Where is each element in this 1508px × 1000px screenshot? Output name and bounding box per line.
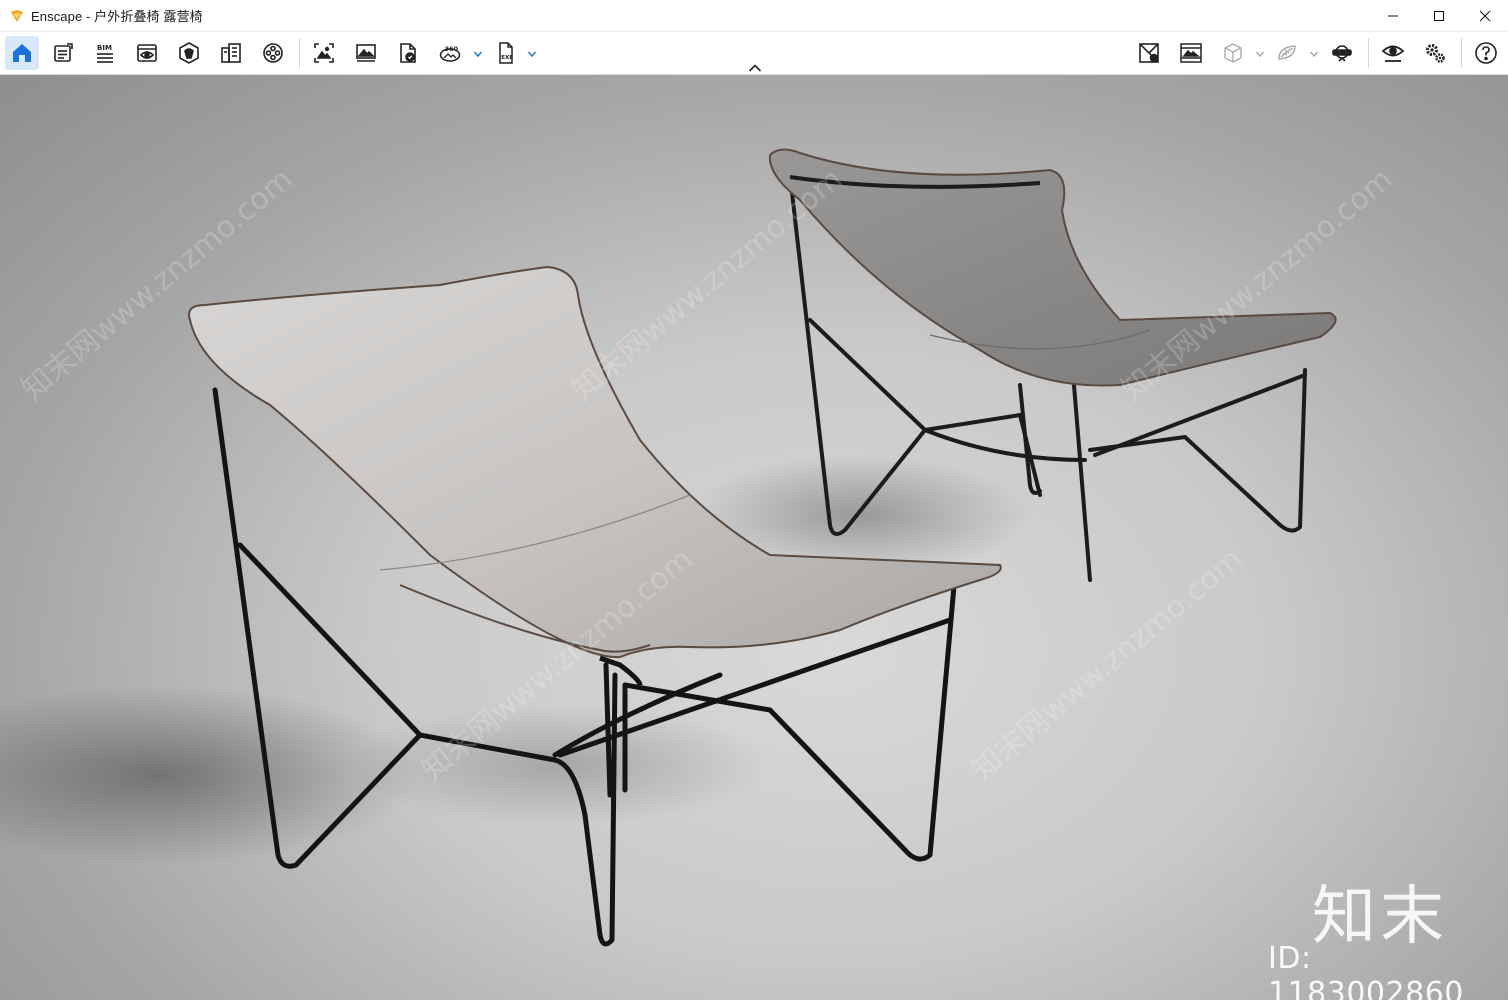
exe-dropdown[interactable] bbox=[527, 46, 537, 58]
toolbar-separator bbox=[1461, 38, 1462, 68]
vr-icon bbox=[1278, 45, 1296, 60]
export-icon bbox=[400, 43, 416, 63]
app-name: Enscape bbox=[31, 9, 83, 24]
title-separator: - bbox=[82, 9, 95, 24]
settings-button[interactable] bbox=[1418, 36, 1452, 70]
batch-render-button[interactable] bbox=[349, 36, 383, 70]
maximize-icon bbox=[1434, 10, 1444, 21]
exe-export-icon: EXE bbox=[499, 42, 513, 64]
vr-dropdown[interactable] bbox=[1309, 46, 1319, 58]
exe-export-button[interactable]: EXE bbox=[489, 36, 523, 70]
svg-text:BIM: BIM bbox=[97, 44, 112, 52]
title-bar: Enscape - 户外折叠椅 露营椅 bbox=[0, 0, 1508, 32]
chevron-down-icon bbox=[1309, 51, 1319, 58]
home-icon bbox=[13, 44, 31, 62]
capture-gallery-button[interactable] bbox=[1174, 36, 1208, 70]
headset-icon bbox=[1332, 45, 1352, 62]
toolbar-separator bbox=[299, 38, 300, 68]
close-button[interactable] bbox=[1462, 0, 1508, 31]
home-button[interactable] bbox=[5, 36, 39, 70]
material-editor-icon bbox=[221, 43, 241, 63]
collapse-toolbar-toggle[interactable] bbox=[745, 62, 765, 74]
assets-icon bbox=[179, 42, 199, 64]
video-editor-icon bbox=[263, 43, 283, 63]
chair-shadow bbox=[350, 705, 770, 825]
bim-button[interactable]: BIM bbox=[88, 36, 122, 70]
screenshot-icon bbox=[314, 43, 334, 63]
svg-text:EXE: EXE bbox=[501, 55, 513, 61]
assets-button[interactable] bbox=[172, 36, 206, 70]
panorama-dropdown[interactable] bbox=[473, 46, 483, 58]
live-update-icon bbox=[1381, 45, 1405, 62]
sync-views-button[interactable] bbox=[1132, 36, 1166, 70]
render-viewport[interactable]: 知末网www.znzmo.com 知末网www.znzmo.com 知末网www… bbox=[0, 75, 1508, 1000]
export-button[interactable] bbox=[391, 36, 425, 70]
close-icon bbox=[1479, 10, 1491, 21]
asset-id: ID: 1183002860 bbox=[1268, 941, 1464, 1000]
chevron-up-icon bbox=[748, 64, 762, 72]
toolbar-separator bbox=[1368, 38, 1369, 68]
headset-button[interactable] bbox=[1325, 36, 1359, 70]
visual-settings-button[interactable] bbox=[130, 36, 164, 70]
views-icon bbox=[54, 43, 73, 62]
orthographic-dropdown[interactable] bbox=[1255, 46, 1265, 58]
visual-settings-icon bbox=[137, 44, 157, 62]
svg-text:360: 360 bbox=[445, 45, 459, 53]
help-button[interactable] bbox=[1469, 36, 1503, 70]
vr-button[interactable] bbox=[1270, 36, 1304, 70]
panorama-360-icon: 360 bbox=[439, 45, 461, 62]
maximize-button[interactable] bbox=[1416, 0, 1462, 31]
orthographic-icon bbox=[1224, 43, 1242, 63]
chevron-down-icon bbox=[1255, 51, 1265, 58]
bim-icon: BIM bbox=[97, 44, 113, 63]
batch-render-icon bbox=[356, 44, 376, 62]
help-icon bbox=[1475, 42, 1497, 64]
material-editor-button[interactable] bbox=[214, 36, 248, 70]
document-title: 户外折叠椅 露营椅 bbox=[94, 9, 203, 24]
minimize-icon bbox=[1388, 15, 1398, 16]
window-controls bbox=[1370, 0, 1508, 31]
chevron-down-icon bbox=[527, 51, 537, 58]
minimize-button[interactable] bbox=[1370, 0, 1416, 31]
sync-views-icon bbox=[1139, 43, 1159, 63]
live-update-button[interactable] bbox=[1376, 36, 1410, 70]
views-button[interactable] bbox=[46, 36, 80, 70]
capture-gallery-icon bbox=[1180, 43, 1202, 63]
orthographic-button[interactable] bbox=[1216, 36, 1250, 70]
settings-icon bbox=[1426, 44, 1445, 63]
panorama-360-button[interactable]: 360 bbox=[433, 36, 467, 70]
video-editor-button[interactable] bbox=[256, 36, 290, 70]
chevron-down-icon bbox=[473, 51, 483, 58]
screenshot-button[interactable] bbox=[307, 36, 341, 70]
enscape-logo-icon bbox=[10, 9, 24, 23]
